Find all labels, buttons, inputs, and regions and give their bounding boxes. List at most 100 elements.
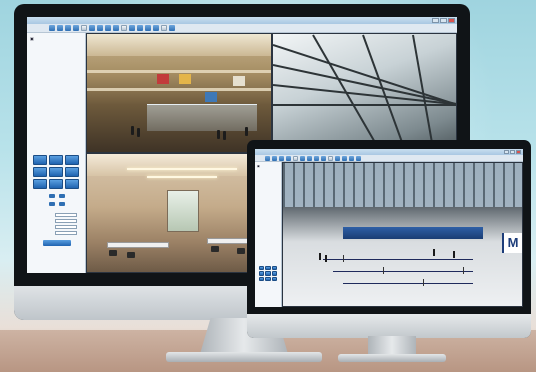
queue-barrier (323, 259, 473, 260)
settings-icon[interactable] (97, 25, 103, 31)
layout-icon[interactable] (137, 25, 143, 31)
minimize-button[interactable] (432, 18, 439, 23)
alarm-icon[interactable] (328, 155, 333, 161)
shopper (131, 126, 134, 135)
ptz-down-right-button[interactable] (65, 179, 79, 189)
checkin-counter (343, 227, 483, 239)
shopper (245, 127, 248, 136)
ptz-down-left-button[interactable] (33, 179, 47, 189)
shop-sign (157, 74, 169, 84)
ptz-up-left-button[interactable] (33, 155, 47, 165)
settings-icon[interactable] (307, 155, 312, 161)
view-9-icon[interactable] (65, 25, 71, 31)
shopper (223, 131, 226, 140)
brightness-field[interactable] (55, 213, 77, 217)
focus-far-button[interactable] (59, 202, 65, 206)
record-icon[interactable] (286, 155, 291, 161)
audio-icon[interactable] (161, 25, 167, 31)
shopper (217, 130, 220, 139)
close-button[interactable] (448, 18, 455, 23)
ptz-up-left-button[interactable] (259, 266, 265, 271)
device-side-panel: ▣ (27, 33, 86, 273)
camera-feed-airport-checkin[interactable]: M (282, 162, 523, 307)
app-titlebar (27, 17, 457, 24)
traveler (325, 255, 327, 262)
terminal-sign: M (502, 233, 522, 253)
view-4-icon[interactable] (57, 25, 63, 31)
ptz-left-button[interactable] (33, 167, 47, 177)
device-tree-root[interactable]: ▣ (30, 36, 34, 41)
ptz-up-button[interactable] (265, 266, 271, 271)
terminal-glass-wall (283, 163, 522, 207)
zoom-out-button[interactable] (59, 194, 65, 198)
view-1-icon[interactable] (49, 25, 55, 31)
ptz-left-button[interactable] (259, 271, 265, 276)
office-chair (237, 248, 245, 254)
camera-feed-glass-roof[interactable] (272, 33, 457, 153)
camera-feed-office-lobby[interactable] (86, 153, 272, 273)
monitor-chin (247, 314, 531, 338)
app-toolbar (255, 155, 523, 162)
app-toolbar (27, 24, 457, 33)
queue-post (463, 267, 464, 274)
map-icon[interactable] (335, 155, 340, 161)
ptz-center-button[interactable] (265, 271, 271, 276)
record-icon[interactable] (73, 25, 79, 31)
mall-skylight (87, 34, 271, 56)
snapshot-icon[interactable] (293, 155, 298, 161)
small-monitor-base (338, 354, 446, 362)
ptz-icon[interactable] (356, 155, 361, 161)
maximize-button[interactable] (440, 18, 447, 23)
traveler (453, 251, 455, 258)
snapshot-icon[interactable] (81, 25, 87, 31)
contrast-field[interactable] (55, 219, 77, 223)
minimize-button[interactable] (504, 150, 509, 154)
log-icon[interactable] (321, 155, 326, 161)
user-icon[interactable] (105, 25, 111, 31)
log-icon[interactable] (113, 25, 119, 31)
queue-post (383, 267, 384, 274)
large-monitor-base (166, 352, 322, 362)
device-tree-root[interactable]: ▣ (257, 164, 260, 168)
small-monitor-stand (368, 336, 416, 356)
ptz-down-right-button[interactable] (271, 276, 277, 281)
window-controls (432, 18, 455, 23)
view-4-icon[interactable] (272, 155, 277, 161)
ptz-control-pad (259, 266, 277, 281)
ptz-down-button[interactable] (49, 179, 63, 189)
camera-feed-mall-atrium[interactable] (86, 33, 272, 153)
focus-near-button[interactable] (49, 202, 55, 206)
fullscreen-icon[interactable] (349, 155, 354, 161)
map-icon[interactable] (129, 25, 135, 31)
ptz-center-button[interactable] (49, 167, 63, 177)
ptz-right-button[interactable] (271, 271, 277, 276)
close-button[interactable] (516, 150, 521, 154)
maximize-button[interactable] (510, 150, 515, 154)
layout-icon[interactable] (342, 155, 347, 161)
saturation-field[interactable] (55, 225, 77, 229)
office-chair (211, 246, 219, 252)
ceiling-light-strip (127, 168, 237, 170)
ptz-up-button[interactable] (49, 155, 63, 165)
user-icon[interactable] (314, 155, 319, 161)
zoom-in-button[interactable] (49, 194, 55, 198)
lock-icon[interactable] (169, 25, 175, 31)
hue-field[interactable] (55, 231, 77, 235)
shop-sign (179, 74, 191, 84)
view-1-icon[interactable] (265, 155, 270, 161)
fullscreen-icon[interactable] (145, 25, 151, 31)
ptz-right-button[interactable] (65, 167, 79, 177)
ptz-icon[interactable] (153, 25, 159, 31)
playback-icon[interactable] (300, 155, 305, 161)
mall-upper-floor (87, 70, 271, 73)
shop-sign (233, 76, 245, 86)
ptz-down-button[interactable] (265, 276, 271, 281)
apply-button[interactable] (43, 240, 71, 246)
ptz-up-right-button[interactable] (271, 266, 277, 271)
shop-sign (205, 92, 217, 102)
ptz-up-right-button[interactable] (65, 155, 79, 165)
ptz-down-left-button[interactable] (259, 276, 265, 281)
alarm-icon[interactable] (121, 25, 127, 31)
view-9-icon[interactable] (279, 155, 284, 161)
playback-icon[interactable] (89, 25, 95, 31)
